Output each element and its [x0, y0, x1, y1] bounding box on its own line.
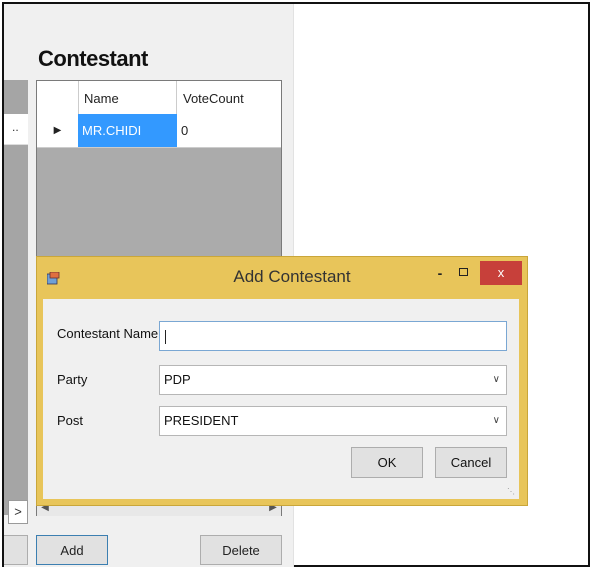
post-value: PRESIDENT [164, 413, 239, 428]
dialog-body: Contestant Name Party PDP ∨ Post PRESIDE… [43, 299, 519, 499]
chevron-down-icon[interactable]: ∨ [493, 407, 500, 435]
add-button[interactable]: Add [36, 535, 108, 565]
add-contestant-dialog: Add Contestant - x Contestant Name Party… [36, 256, 528, 506]
dialog-title-bar[interactable]: Add Contestant - x [37, 257, 527, 297]
maximize-icon[interactable] [453, 263, 473, 283]
close-button[interactable]: x [480, 261, 522, 285]
row-selector-arrow-icon[interactable]: ▶ [37, 114, 79, 147]
delete-button[interactable]: Delete [200, 535, 282, 565]
post-label: Post [57, 413, 84, 428]
section-title: Contestant [38, 46, 148, 71]
cell-name[interactable]: MR.CHIDI [78, 114, 177, 147]
post-select[interactable]: PRESIDENT ∨ [159, 406, 507, 436]
minimize-icon[interactable]: - [430, 263, 450, 283]
party-value: PDP [164, 372, 191, 387]
cancel-button[interactable]: Cancel [435, 447, 507, 478]
ok-button[interactable]: OK [351, 447, 423, 478]
party-select[interactable]: PDP ∨ [159, 365, 507, 395]
column-header-votecount[interactable]: VoteCount [177, 81, 281, 114]
cell-votecount[interactable]: 0 [177, 114, 281, 147]
left-scroll-arrow[interactable]: > [8, 500, 28, 524]
chevron-down-icon[interactable]: ∨ [493, 366, 500, 394]
column-header-name[interactable]: Name [78, 81, 177, 114]
resize-grip-icon[interactable]: ⋱ [507, 487, 517, 497]
left-grid-panel [4, 80, 28, 515]
contestant-name-input[interactable] [159, 321, 507, 351]
contestant-name-label: Contestant Name [57, 326, 159, 341]
row-header-corner [37, 81, 79, 114]
grid-header: Name VoteCount [37, 81, 281, 115]
left-grid-cell-text: .. [12, 120, 19, 134]
text-caret [165, 330, 166, 344]
party-label: Party [57, 372, 88, 387]
table-row[interactable]: ▶ MR.CHIDI 0 [37, 114, 281, 148]
left-clipped-button[interactable] [4, 535, 28, 565]
